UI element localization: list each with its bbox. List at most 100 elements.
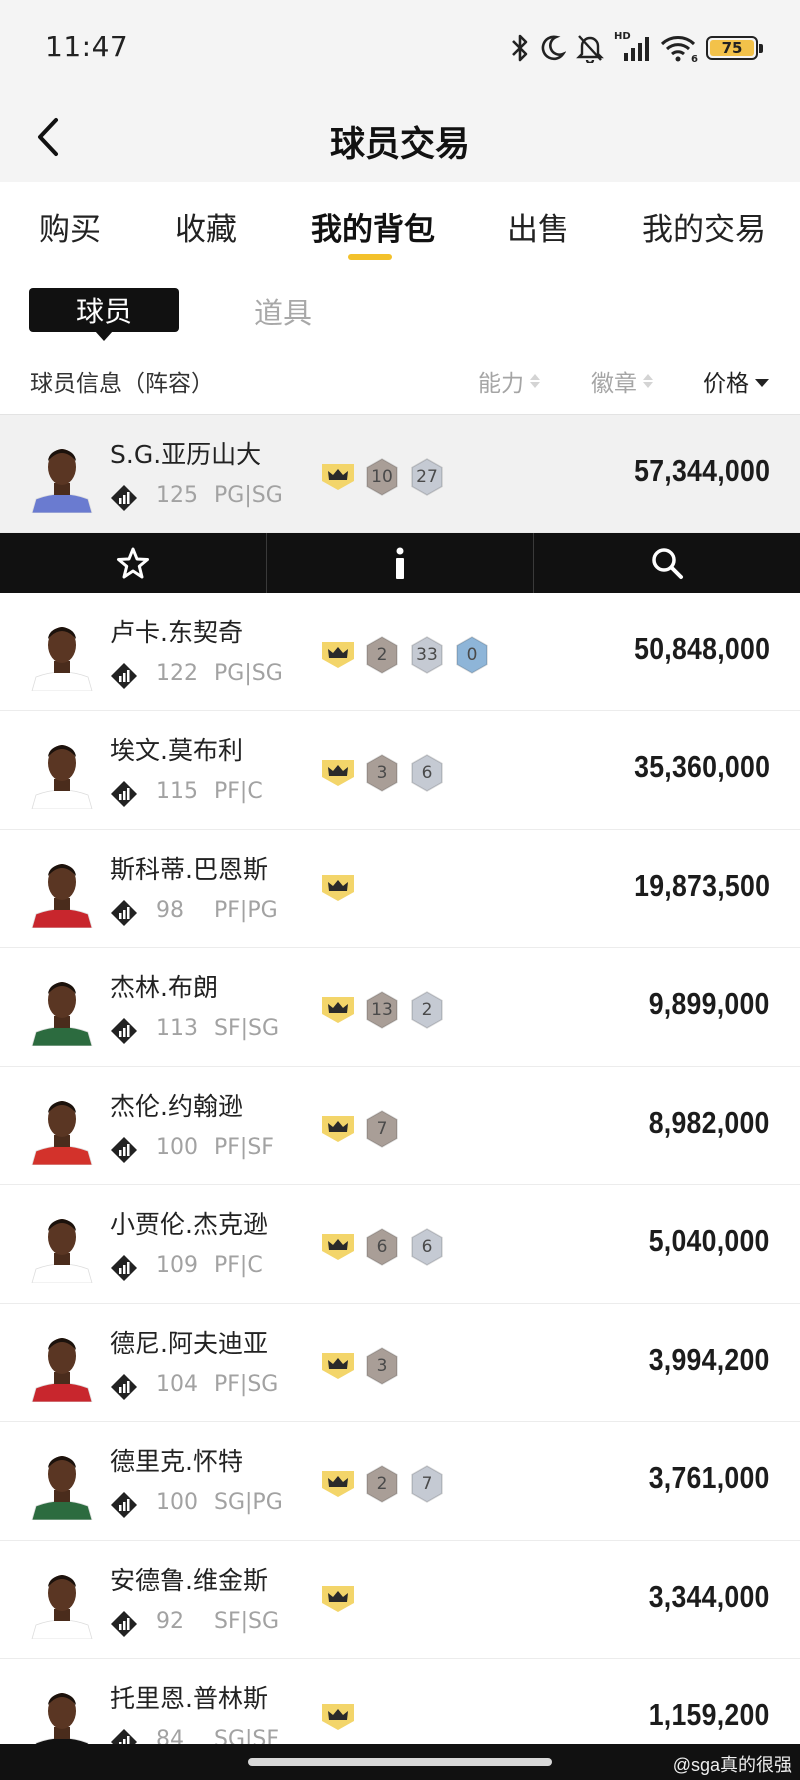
sort-arrows-icon (530, 374, 540, 388)
tab-favorites[interactable]: 收藏 (175, 204, 237, 249)
badge-count: 2 (376, 644, 388, 665)
moon-icon (541, 35, 566, 61)
badge-count-hex: 7 (363, 1109, 401, 1149)
player-rating: 109 (156, 1253, 198, 1278)
crown-badge-icon (322, 1585, 354, 1612)
player-avatar (28, 1444, 96, 1520)
player-row[interactable]: 埃文.莫布利 115 PF|C 3 6 35,360,000 (0, 711, 800, 830)
watermark: @sga真的很强 (672, 1755, 792, 1775)
badge-count: 6 (421, 763, 433, 783)
tab-buy[interactable]: 购买 (39, 204, 101, 249)
rating-diamond-icon (111, 1373, 137, 1400)
player-badges: 10 27 (320, 457, 446, 497)
status-time: 11:47 (45, 30, 129, 63)
player-row[interactable]: 斯科蒂.巴恩斯 98 PF|PG 19,873,500 (0, 829, 800, 948)
player-name: 德尼.阿夫迪亚 (110, 1328, 268, 1358)
player-row[interactable]: 德里克.怀特 100 SG|PG 2 7 3,761,000 (0, 1422, 800, 1541)
player-avatar (28, 1207, 96, 1283)
player-row[interactable]: 安德鲁.维金斯 92 SF|SG 3,344,000 (0, 1540, 800, 1659)
player-name: 安德鲁.维金斯 (110, 1565, 268, 1595)
tab-sell[interactable]: 出售 (507, 204, 569, 249)
crown-badge-icon (322, 874, 354, 901)
sort-badge[interactable]: 徽章 (591, 364, 653, 398)
player-name: 小贾伦.杰克逊 (110, 1210, 268, 1239)
player-row[interactable]: 杰伦.约翰逊 100 PF|SF 7 8,982,000 (0, 1066, 800, 1185)
player-name: 埃文.莫布利 (110, 736, 243, 765)
sort-ability-label: 能力 (478, 371, 524, 397)
rating-diamond-icon (111, 1610, 137, 1637)
sort-player-info-label: 球员信息（阵容） (30, 371, 214, 397)
player-row[interactable]: 卢卡.东契奇 122 PG|SG 2 33 0 50,848,000 (0, 592, 800, 711)
player-position: SF|SG (214, 1608, 280, 1634)
player-price: 3,994,200 (649, 1341, 770, 1377)
badge-count-hex: 6 (408, 753, 446, 793)
rating-diamond-icon (111, 662, 137, 689)
favorite-button[interactable] (0, 532, 267, 593)
player-rating: 113 (156, 1016, 198, 1041)
player-price: 35,360,000 (633, 749, 770, 784)
player-position: PG|SG (214, 483, 283, 508)
sort-badge-label: 徽章 (591, 371, 637, 397)
badge-count: 0 (466, 644, 478, 665)
badge-count: 6 (376, 1237, 388, 1257)
battery-icon: 75 (706, 36, 763, 60)
badge-count: 6 (421, 1237, 433, 1257)
app-header: 球员交易 (0, 92, 800, 182)
player-avatar (28, 615, 96, 691)
sort-arrows-icon (643, 374, 653, 388)
home-indicator[interactable] (248, 1758, 552, 1766)
subtab-items[interactable]: 道具 (254, 290, 312, 332)
badge-count-hex: 2 (363, 1464, 401, 1504)
player-avatar (28, 1326, 96, 1402)
player-avatar (28, 733, 96, 809)
player-name: 托里恩.普林斯 (110, 1684, 268, 1713)
player-rating: 92 (156, 1608, 184, 1634)
subtab-players[interactable]: 球员 (29, 288, 179, 341)
sort-header: 球员信息（阵容） 能力 徽章 价格 (0, 350, 800, 414)
badge-count: 2 (376, 1474, 388, 1494)
player-rating: 100 (156, 1134, 198, 1160)
info-button[interactable] (267, 532, 534, 593)
rating-diamond-icon (111, 899, 137, 926)
player-list: S.G.亚历山大 125 PG|SG 10 27 57,344,000 卢卡.东契奇 122 P… (0, 414, 800, 1778)
player-price: 1,159,200 (649, 1697, 770, 1732)
crown-badge-icon (322, 641, 354, 668)
rating-diamond-icon (111, 1136, 137, 1163)
player-position: PG|SG (214, 660, 283, 686)
player-row[interactable]: 小贾伦.杰克逊 109 PF|C 6 6 5,040,000 (0, 1185, 800, 1304)
crown-badge-icon (322, 1471, 354, 1497)
search-button[interactable] (534, 533, 800, 593)
battery-level: 75 (710, 39, 754, 57)
active-tab-indicator (348, 254, 392, 260)
player-rating: 100 (156, 1490, 198, 1515)
player-position: PF|SF (214, 1134, 274, 1160)
player-price: 57,344,000 (633, 453, 770, 488)
sort-ability[interactable]: 能力 (478, 364, 540, 398)
tab-my-trades[interactable]: 我的交易 (642, 204, 766, 249)
player-price: 3,344,000 (649, 1578, 770, 1614)
bluetooth-icon (512, 34, 528, 62)
player-badges: 3 (320, 1346, 401, 1386)
player-avatar (28, 852, 96, 928)
player-price: 5,040,000 (649, 1223, 770, 1258)
badge-count-hex: 0 (453, 635, 491, 675)
badge-count-hex: 27 (408, 457, 446, 497)
player-avatar (28, 1563, 96, 1639)
sort-price[interactable]: 价格 (703, 364, 769, 398)
tab-my-backpack[interactable]: 我的背包 (311, 204, 435, 249)
player-position: PF|PG (214, 897, 278, 923)
player-name: S.G.亚历山大 (110, 440, 262, 469)
search-icon (652, 547, 683, 579)
status-bar: 11:47 HD 6 75 (0, 0, 800, 92)
badge-count-hex: 3 (363, 753, 401, 793)
player-row[interactable]: 德尼.阿夫迪亚 104 PF|SG 3 3,994,200 (0, 1303, 800, 1422)
page-title: 球员交易 (329, 125, 470, 165)
status-icons: HD 6 75 (510, 30, 763, 66)
home-indicator-bar: @sga真的很强 (0, 1744, 800, 1780)
player-price: 8,982,000 (649, 1104, 770, 1140)
player-row[interactable]: 杰林.布朗 113 SF|SG 13 2 9,899,000 (0, 948, 800, 1067)
player-badges: 36 (320, 753, 446, 793)
player-position: PF|C (214, 779, 263, 804)
player-row[interactable]: S.G.亚历山大 125 PG|SG 10 27 57,344,000 (0, 414, 800, 533)
badge-count: 33 (416, 644, 438, 665)
